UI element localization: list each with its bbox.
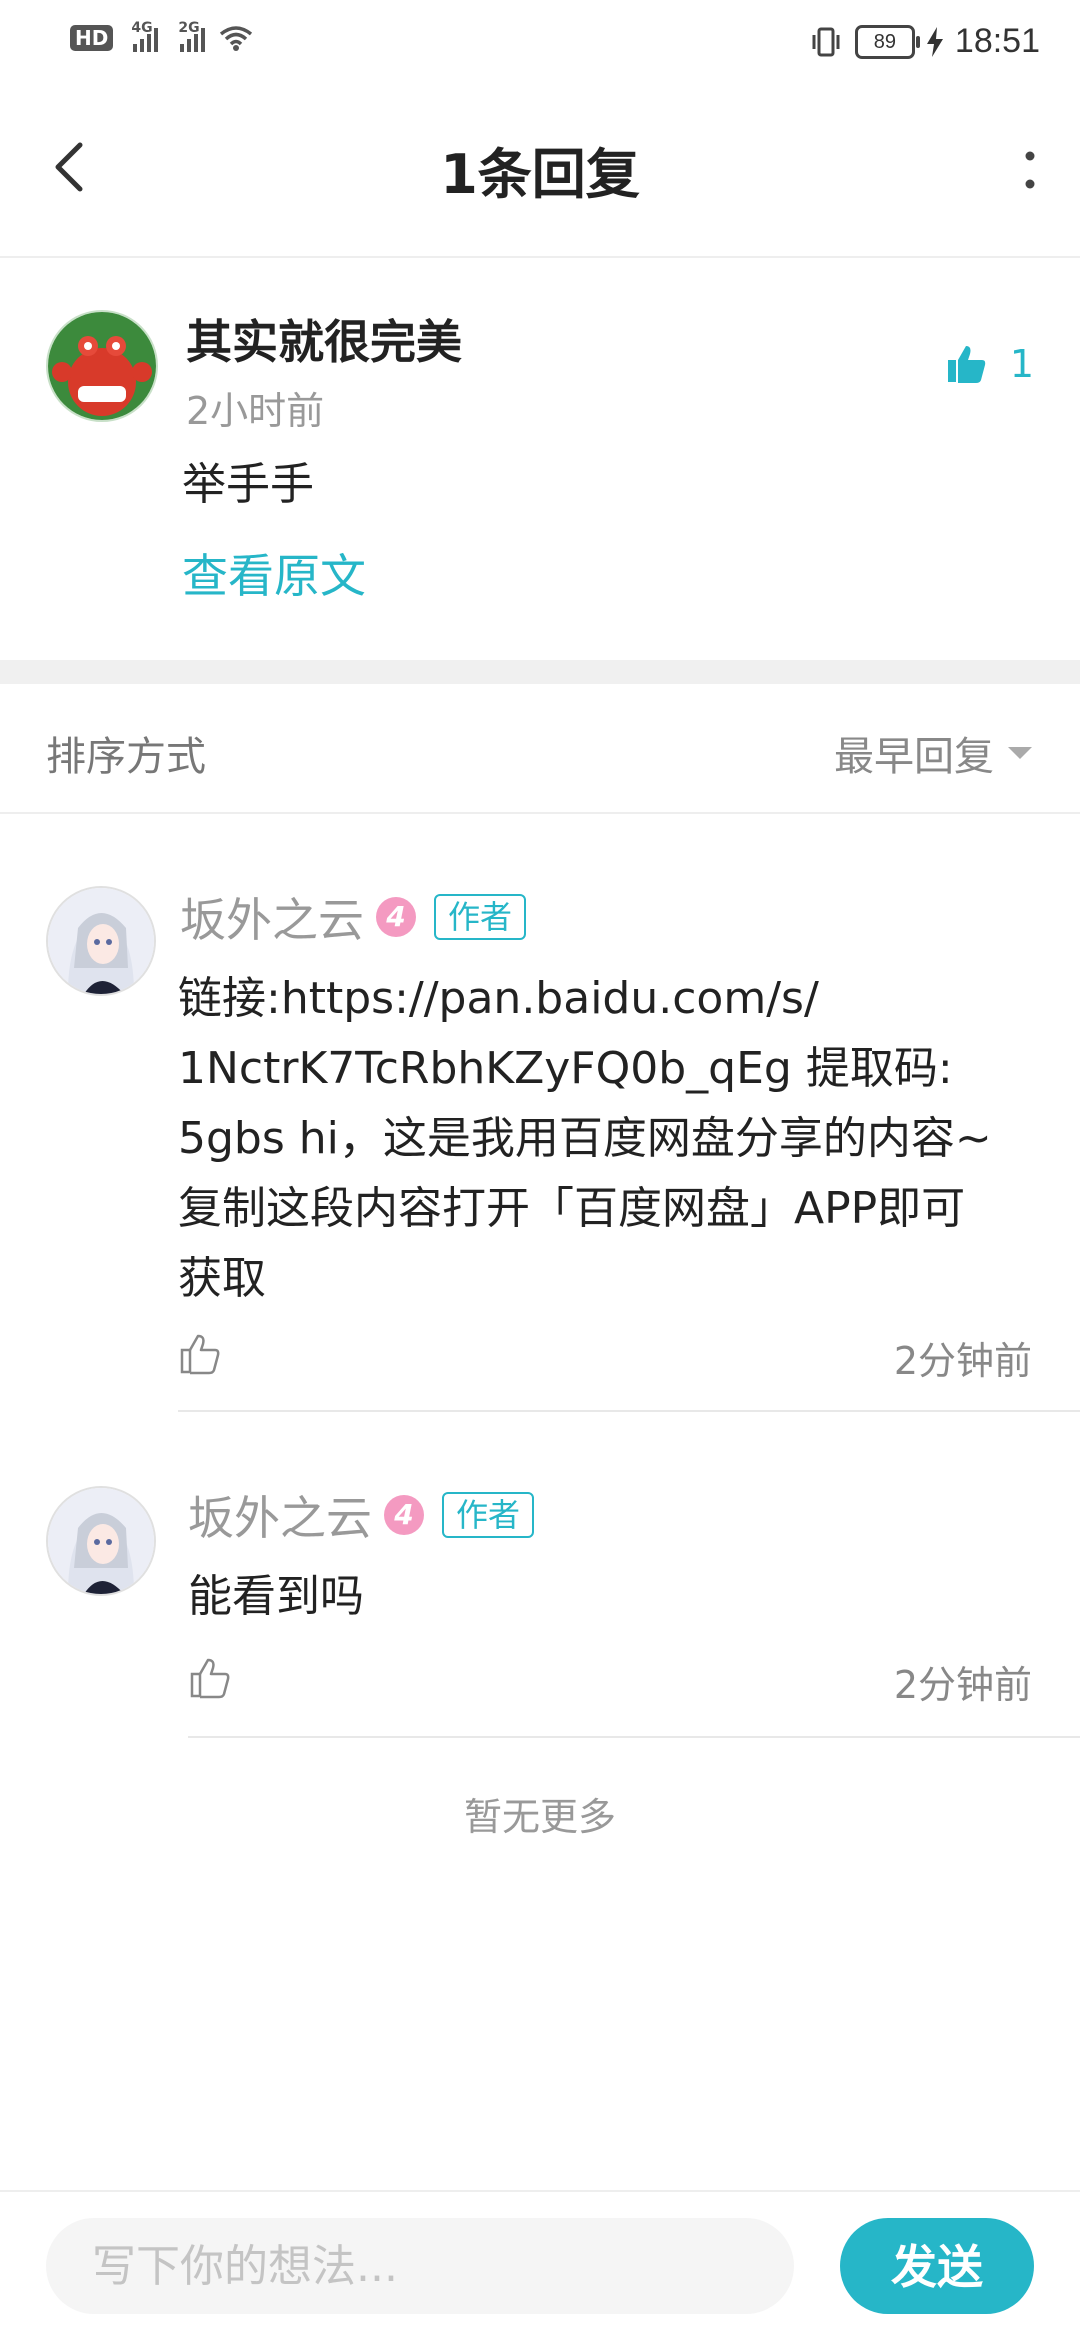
- battery-icon: 89: [854, 24, 920, 59]
- reply-time: 2分钟前: [893, 1663, 1032, 1707]
- send-button[interactable]: 发送: [840, 2218, 1034, 2314]
- thumbs-up-icon: [947, 346, 986, 383]
- view-original-link[interactable]: 查看原文: [182, 540, 366, 606]
- reply-author[interactable]: 坂外之云: [180, 884, 364, 950]
- like-count: 1: [1009, 342, 1034, 386]
- author-tag: 作者: [442, 1492, 535, 1538]
- avatar[interactable]: [46, 1486, 156, 1596]
- reply-text: 能看到吗: [188, 1562, 1048, 1632]
- hd-badge: HD: [70, 25, 114, 51]
- thumbs-up-icon[interactable]: [188, 1656, 232, 1700]
- original-comment: 其实就很完美 2小时前 举手手 查看原文 1: [0, 258, 1080, 658]
- status-right: 89 18:51: [809, 22, 1040, 61]
- sort-label: 排序方式: [46, 734, 206, 780]
- level-badge: 4: [376, 897, 416, 937]
- reply-line: 链接:https://pan.baidu.com/s/: [178, 973, 819, 1024]
- author-tag: 作者: [434, 894, 527, 940]
- divider: [188, 1736, 1080, 1738]
- reply-line: 能看到吗: [188, 1571, 364, 1622]
- status-bar: HD 4G 2G 89 18:51: [0, 0, 1080, 90]
- comment-time: 2小时前: [186, 389, 325, 433]
- page-title: 1条回复: [440, 143, 640, 206]
- charging-icon: [926, 26, 943, 57]
- battery-level: 89: [873, 30, 897, 53]
- reply-line: 获取: [178, 1253, 266, 1304]
- reply-header: 坂外之云 4 作者: [188, 1482, 535, 1548]
- reply-line: 5gbs hi，这是我用百度网盘分享的内容~: [178, 1113, 992, 1164]
- more-vertical-icon[interactable]: [1010, 140, 1050, 200]
- reply-item: 坂外之云 4 作者 链接:https://pan.baidu.com/s/ 1N…: [0, 812, 1080, 1412]
- reply-item: 坂外之云 4 作者 能看到吗 2分钟前: [0, 1412, 1080, 1738]
- level-badge: 4: [384, 1495, 424, 1535]
- app-header: 1条回复: [0, 90, 1080, 258]
- reply-text: 链接:https://pan.baidu.com/s/ 1NctrK7TcRbh…: [178, 964, 1058, 1314]
- cell-signal-icon: 4G: [131, 20, 159, 52]
- sort-bar: 排序方式 最早回复: [0, 684, 1080, 814]
- reply-author[interactable]: 坂外之云: [188, 1482, 372, 1548]
- reply-header: 坂外之云 4 作者: [180, 884, 527, 950]
- status-left: HD 4G 2G: [70, 20, 253, 52]
- section-divider: [0, 660, 1080, 684]
- composer-bar: 发送: [0, 2190, 1080, 2342]
- no-more-text: 暂无更多: [463, 1795, 616, 1839]
- like-button[interactable]: 1: [944, 342, 1034, 386]
- sort-dropdown[interactable]: 最早回复: [834, 724, 1032, 782]
- wifi-icon: [220, 26, 253, 51]
- comment-text: 举手手: [182, 459, 314, 510]
- sort-selected: 最早回复: [834, 734, 994, 780]
- avatar[interactable]: [46, 886, 156, 996]
- avatar[interactable]: [46, 310, 158, 422]
- reply-time: 2分钟前: [893, 1339, 1032, 1383]
- comment-input[interactable]: [46, 2218, 794, 2314]
- caret-down-icon: [1008, 747, 1032, 759]
- comment-author[interactable]: 其实就很完美: [186, 306, 462, 372]
- reply-line: 复制这段内容打开「百度网盘」APP即可: [178, 1183, 966, 1234]
- thumbs-up-icon[interactable]: [178, 1332, 222, 1376]
- cell-signal-icon-2: 2G: [178, 20, 206, 52]
- vibrate-icon: [812, 27, 840, 56]
- reply-line: 1NctrK7TcRbhKZyFQ0b_qEg 提取码:: [178, 1043, 953, 1094]
- clock: 18:51: [954, 22, 1040, 60]
